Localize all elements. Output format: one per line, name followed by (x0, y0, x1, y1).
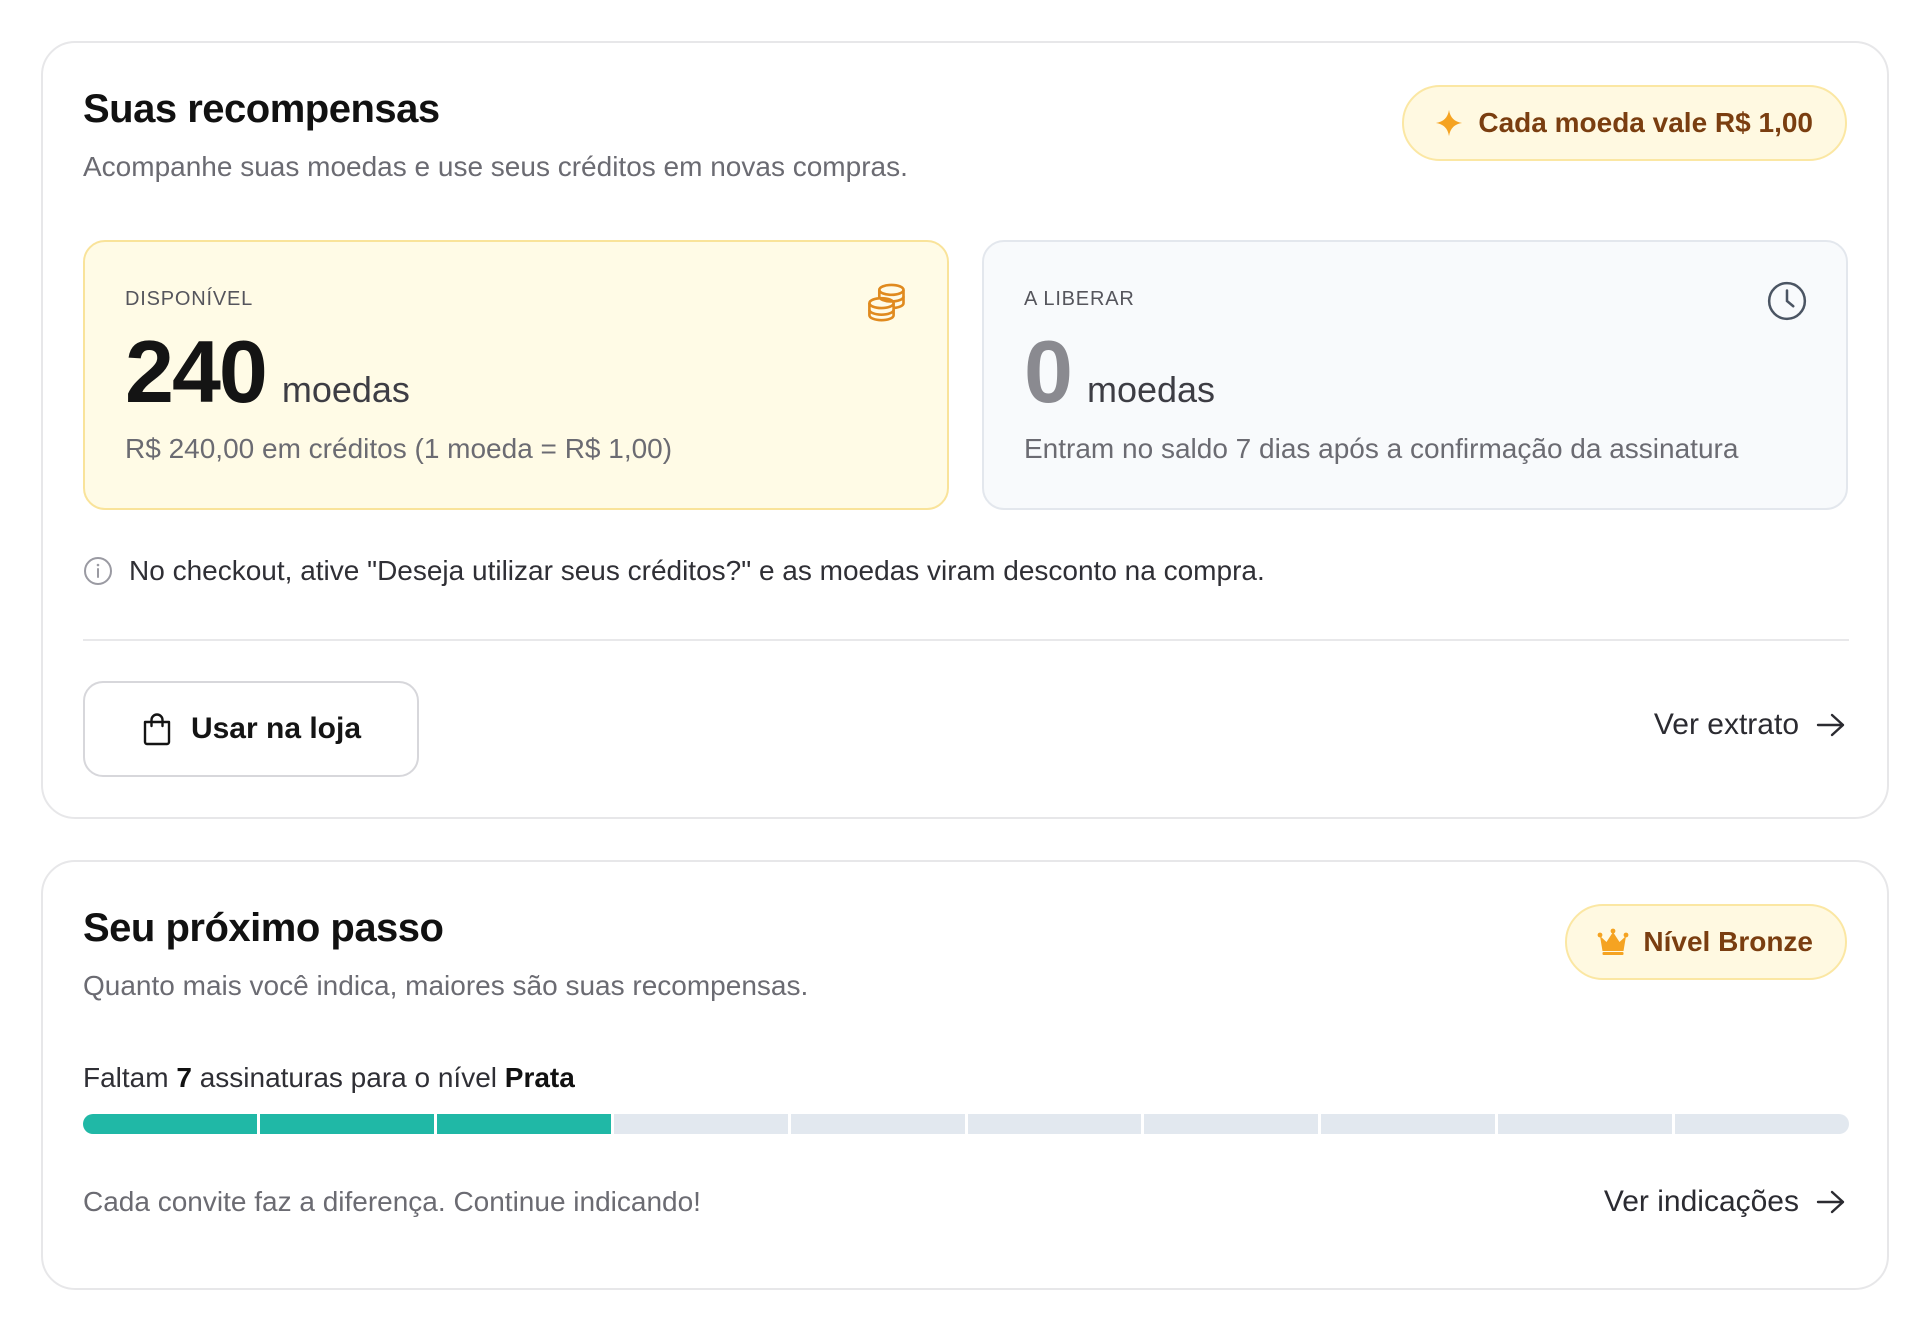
progress-segment-filled (436, 1114, 611, 1134)
crown-icon (1597, 928, 1629, 956)
next-level-name: Prata (504, 1062, 575, 1093)
progress-segment-empty (1675, 1114, 1849, 1134)
remaining-count: 7 (176, 1062, 192, 1093)
available-value: 240 moedas (125, 328, 410, 416)
progress-segment-empty (613, 1114, 788, 1134)
next-step-title: Seu próximo passo (83, 906, 444, 950)
pending-coins-box: A LIBERAR 0 moedas Entram no saldo 7 dia… (982, 240, 1848, 510)
available-note: R$ 240,00 em créditos (1 moeda = R$ 1,00… (125, 433, 673, 464)
pending-amount: 0 (1024, 322, 1073, 421)
progress-segment-empty (1321, 1114, 1496, 1134)
checkout-info: No checkout, ative "Deseja utilizar seus… (83, 555, 1265, 587)
coin-value-badge: Cada moeda vale R$ 1,00 (1402, 85, 1847, 161)
coin-value-text: Cada moeda vale R$ 1,00 (1478, 107, 1813, 138)
pending-unit: moedas (1086, 369, 1216, 410)
checkout-info-text: No checkout, ative "Deseja utilizar seus… (129, 555, 1265, 586)
progress-segment-empty (967, 1114, 1142, 1134)
view-statement-link[interactable]: Ver extrato (1654, 708, 1847, 742)
divider (83, 639, 1849, 641)
level-progress-bar (83, 1114, 1849, 1134)
coins-stack-icon (865, 280, 909, 324)
info-icon (83, 556, 113, 586)
available-coins-box: DISPONÍVEL 240 moedas R$ 240,00 em crédi… (83, 240, 949, 510)
use-in-store-button[interactable]: Usar na loja (83, 681, 419, 777)
view-referrals-label: Ver indicações (1603, 1185, 1799, 1218)
arrow-right-icon (1815, 711, 1847, 739)
progress-segment-empty (1498, 1114, 1673, 1134)
pending-label: A LIBERAR (1024, 288, 1135, 310)
next-step-card: Seu próximo passo Quanto mais você indic… (41, 860, 1889, 1290)
progress-caption: Faltam 7 assinaturas para o nível Prata (83, 1062, 575, 1094)
sparkle-icon (1434, 108, 1464, 138)
clock-icon (1766, 280, 1808, 322)
available-amount: 240 (125, 322, 268, 421)
progress-middle: assinaturas para o nível (199, 1062, 497, 1093)
shopping-bag-icon (141, 712, 173, 746)
progress-segment-filled (259, 1114, 434, 1134)
arrow-right-icon (1815, 1188, 1847, 1216)
rewards-title: Suas recompensas (83, 87, 440, 131)
next-step-subtitle: Quanto mais você indica, maiores são sua… (83, 970, 809, 1001)
level-badge-text: Nível Bronze (1643, 926, 1813, 957)
view-statement-label: Ver extrato (1653, 708, 1799, 741)
encouragement-text: Cada convite faz a diferença. Continue i… (83, 1186, 701, 1217)
pending-value: 0 moedas (1024, 328, 1215, 416)
use-in-store-label: Usar na loja (190, 712, 362, 745)
rewards-subtitle: Acompanhe suas moedas e use seus crédito… (83, 151, 908, 182)
pending-note: Entram no saldo 7 dias após a confirmaçã… (1024, 433, 1739, 464)
progress-prefix: Faltam (83, 1062, 169, 1093)
progress-segment-empty (1144, 1114, 1319, 1134)
progress-segment-empty (790, 1114, 965, 1134)
level-badge: Nível Bronze (1565, 904, 1847, 980)
progress-segment-filled (83, 1114, 257, 1134)
available-unit: moedas (281, 369, 410, 410)
rewards-card: Suas recompensas Acompanhe suas moedas e… (41, 41, 1889, 819)
available-label: DISPONÍVEL (125, 288, 254, 310)
view-referrals-link[interactable]: Ver indicações (1604, 1185, 1847, 1219)
